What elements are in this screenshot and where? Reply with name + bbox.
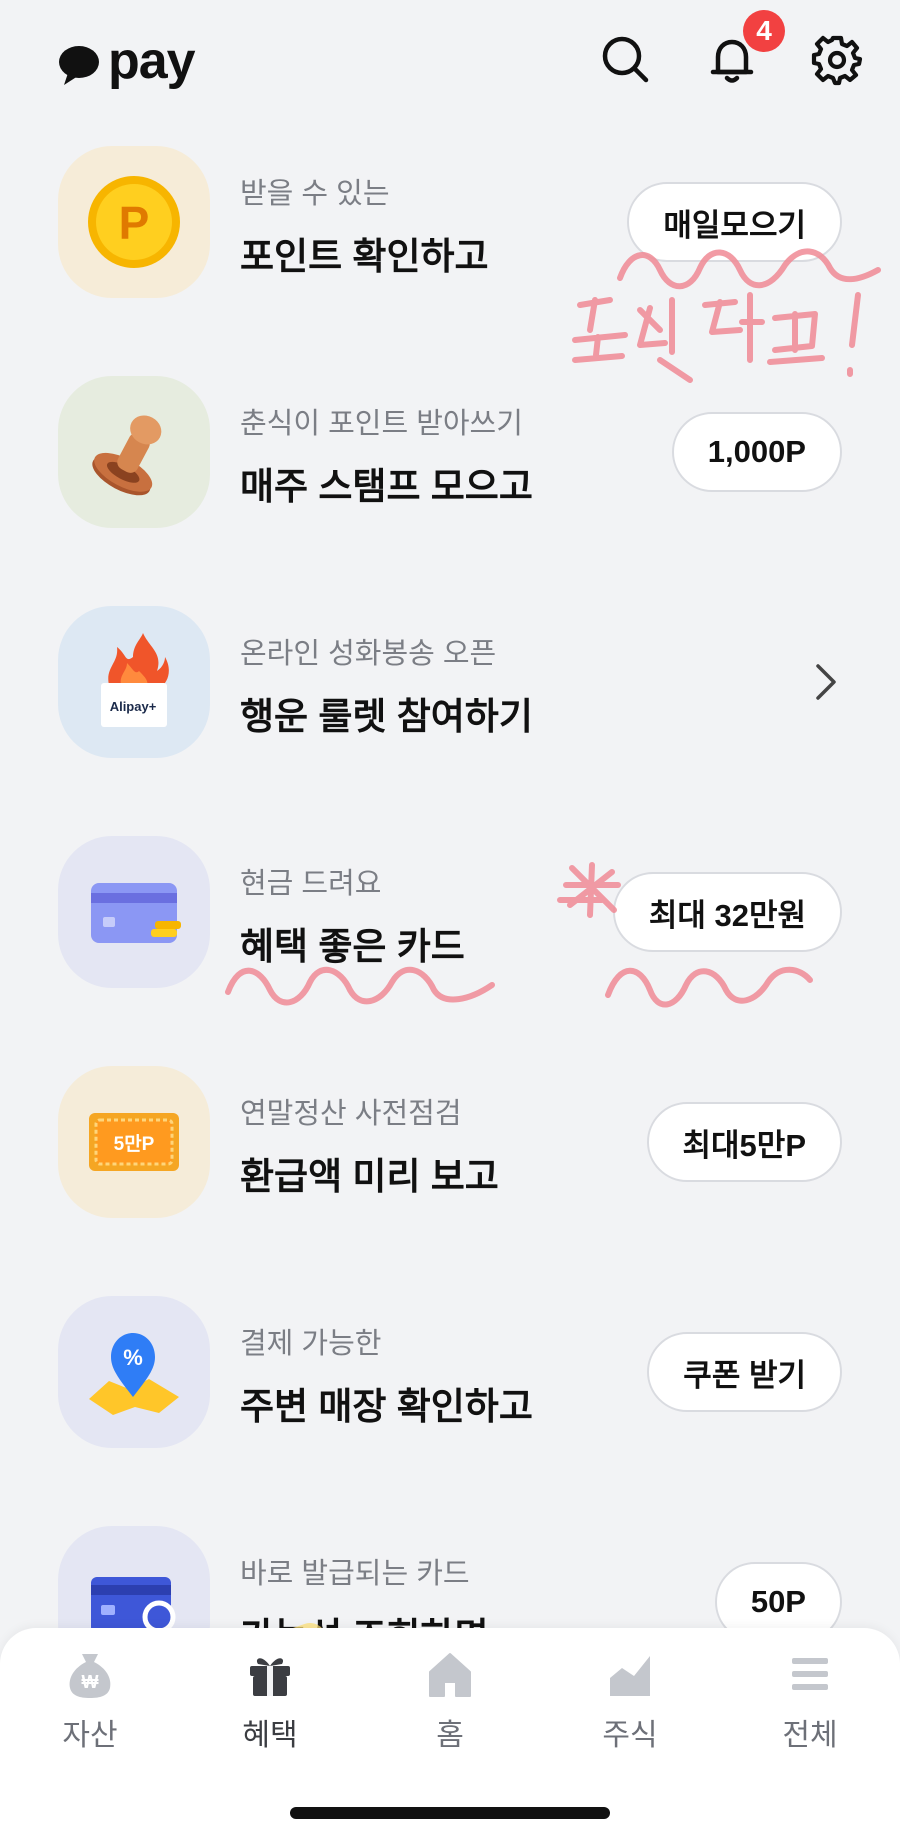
max-cashback-button[interactable]: 최대 32만원 <box>612 872 842 952</box>
item-subtitle: 연말정산 사전점검 <box>240 1098 462 1130</box>
svg-text:₩: ₩ <box>82 1672 99 1692</box>
bottom-navigation: ₩ 자산 혜택 홈 주식 전체 <box>0 1628 900 1837</box>
item-title: 매주 스탬프 모으고 <box>240 466 533 507</box>
svg-text:%: % <box>123 1345 143 1370</box>
item-subtitle: 춘식이 포인트 받아쓰기 <box>240 408 523 440</box>
tab-stocks[interactable]: 주식 <box>560 1648 700 1758</box>
item-title: 주변 매장 확인하고 <box>240 1386 533 1427</box>
list-item[interactable]: 춘식이 포인트 받아쓰기 매주 스탬프 모으고 1,000P <box>0 360 900 590</box>
daily-collect-button[interactable]: 매일모으기 <box>627 182 842 262</box>
tab-label: 자산 <box>62 1719 118 1752</box>
logo-text: pay <box>108 32 196 90</box>
credit-card-icon <box>58 836 210 988</box>
item-subtitle: 받을 수 있는 <box>240 178 390 210</box>
chart-icon <box>610 1656 650 1696</box>
money-bag-icon: ₩ <box>69 1654 111 1698</box>
max-points-button[interactable]: 최대5만P <box>646 1102 842 1182</box>
gift-icon <box>250 1658 290 1696</box>
list-item[interactable]: % 결제 가능한 주변 매장 확인하고 쿠폰 받기 <box>0 1280 900 1510</box>
svg-text:P: P <box>119 197 150 249</box>
alipay-torch-icon: Alipay+ <box>58 606 210 758</box>
refund-ticket-icon: 5만P <box>58 1066 210 1218</box>
list-item[interactable]: 5만P 연말정산 사전점검 환급액 미리 보고 최대5만P <box>0 1050 900 1280</box>
header: pay 4 <box>0 0 900 130</box>
item-title: 행운 룰렛 참여하기 <box>240 696 533 737</box>
gear-icon <box>811 35 863 86</box>
tab-benefits[interactable]: 혜택 <box>200 1648 340 1758</box>
item-title: 혜택 좋은 카드 <box>240 926 465 967</box>
search-icon <box>602 36 649 83</box>
list-item[interactable]: 현금 드려요 혜택 좋은 카드 최대 32만원 <box>0 820 900 1050</box>
tab-label: 혜택 <box>242 1719 298 1752</box>
home-indicator[interactable] <box>290 1807 610 1819</box>
tab-label: 홈 <box>436 1719 464 1752</box>
speech-bubble-icon <box>59 46 99 85</box>
item-subtitle: 결제 가능한 <box>240 1328 382 1360</box>
tab-label: 전체 <box>782 1719 838 1752</box>
item-subtitle: 바로 발급되는 카드 <box>240 1558 470 1590</box>
map-pin-icon: % <box>58 1296 210 1448</box>
point-coin-icon: P <box>58 146 210 298</box>
get-coupon-button[interactable]: 쿠폰 받기 <box>647 1332 842 1412</box>
points-button[interactable]: 1,000P <box>671 412 842 492</box>
menu-icon <box>792 1658 828 1690</box>
search-button[interactable] <box>598 32 652 86</box>
settings-button[interactable] <box>810 32 864 86</box>
item-subtitle: 현금 드려요 <box>240 868 382 900</box>
tab-home[interactable]: 홈 <box>380 1648 520 1758</box>
tab-assets[interactable]: ₩ 자산 <box>20 1648 160 1758</box>
tab-label: 주식 <box>602 1719 658 1752</box>
item-subtitle: 온라인 성화봉송 오픈 <box>240 638 497 670</box>
home-icon <box>429 1653 471 1697</box>
kakaopay-logo[interactable]: pay <box>56 32 196 92</box>
stamp-icon <box>58 376 210 528</box>
refund-badge-label: 5만P <box>114 1133 155 1155</box>
list-item[interactable]: Alipay+ 온라인 성화봉송 오픈 행운 룰렛 참여하기 <box>0 590 900 820</box>
tab-all[interactable]: 전체 <box>740 1648 880 1758</box>
alipay-brand-label: Alipay+ <box>110 699 157 714</box>
list-item[interactable]: P 받을 수 있는 포인트 확인하고 매일모으기 <box>0 130 900 360</box>
notification-badge: 4 <box>743 10 785 52</box>
item-title: 환급액 미리 보고 <box>240 1156 499 1197</box>
item-title: 포인트 확인하고 <box>240 236 489 277</box>
chevron-right-icon[interactable] <box>806 660 846 704</box>
